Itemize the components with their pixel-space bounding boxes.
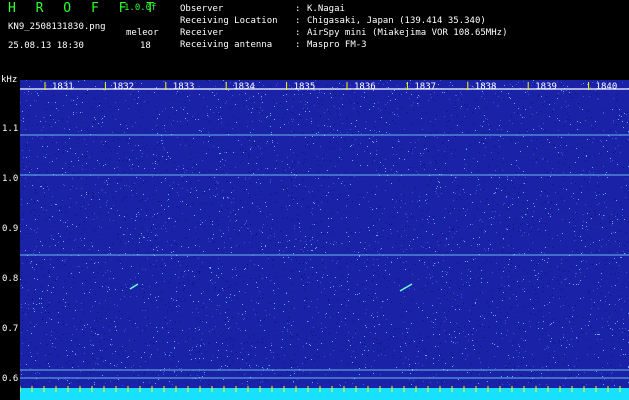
version-label: 1.0.0f <box>124 3 157 13</box>
x-tick-label: 1831 <box>52 82 74 92</box>
meta-row-observer: Observer : K.Nagai <box>180 3 507 15</box>
x-tick-label: 1833 <box>173 82 195 92</box>
meta-row-location: Receiving Location : Chigasaki, Japan (1… <box>180 15 507 27</box>
bottom-band <box>20 388 629 400</box>
spectrogram-plot: 1831 1832 1833 1834 1835 1836 1837 1838 1839 1840 <box>20 80 629 400</box>
x-tick-label: 1835 <box>294 82 316 92</box>
y-tick-label: 1.0 <box>2 174 19 184</box>
count-value: 18 <box>140 41 151 51</box>
spectrogram-background <box>20 80 629 400</box>
meta-value: Maspro FM-3 <box>307 40 367 50</box>
header-panel: H R O F F T 1.0.0f KN9_2508131830.png me… <box>0 0 629 78</box>
metadata-table: Observer : K.Nagai Receiving Location : … <box>180 3 507 51</box>
meta-key: Receiving Location <box>180 16 278 26</box>
x-tick-label: 1837 <box>414 82 436 92</box>
y-axis-unit: kHz <box>1 75 18 85</box>
y-tick-label: 0.9 <box>2 224 19 234</box>
x-tick-label: 1832 <box>112 82 134 92</box>
x-tick-label: 1834 <box>233 82 255 92</box>
meta-key: Receiving antenna <box>180 40 273 50</box>
y-tick-label: 0.8 <box>2 274 19 284</box>
meta-value: Chigasaki, Japan (139.414 35.340) <box>307 16 486 26</box>
x-tick-label: 1838 <box>475 82 497 92</box>
y-tick-label: 1.1 <box>2 124 19 134</box>
mode-label: meleor <box>126 28 159 38</box>
spectrogram-canvas: 1831 1832 1833 1834 1835 1836 1837 1838 1839 1840 <box>20 80 629 400</box>
x-tick-label: 1839 <box>535 82 557 92</box>
y-tick-label: 0.7 <box>2 324 19 334</box>
x-tick-label: 1836 <box>354 82 376 92</box>
meta-sep: : <box>295 4 301 14</box>
meta-value: K.Nagai <box>307 4 345 14</box>
meta-key: Observer <box>180 4 224 14</box>
meta-row-receiver: Receiver : AirSpy mini (Miakejima VOR 10… <box>180 27 507 39</box>
meta-row-antenna: Receiving antenna : Maspro FM-3 <box>180 39 507 51</box>
timestamp: 25.08.13 18:30 <box>8 41 84 51</box>
meta-sep: : <box>295 40 301 50</box>
file-name: KN9_2508131830.png <box>8 22 106 32</box>
meta-value: AirSpy mini (Miakejima VOR 108.65MHz) <box>307 28 508 38</box>
meta-key: Receiver <box>180 28 224 38</box>
meta-sep: : <box>295 28 301 38</box>
y-tick-label: 0.6 <box>2 374 19 384</box>
meta-sep: : <box>295 16 301 26</box>
x-tick-label: 1840 <box>596 82 618 92</box>
